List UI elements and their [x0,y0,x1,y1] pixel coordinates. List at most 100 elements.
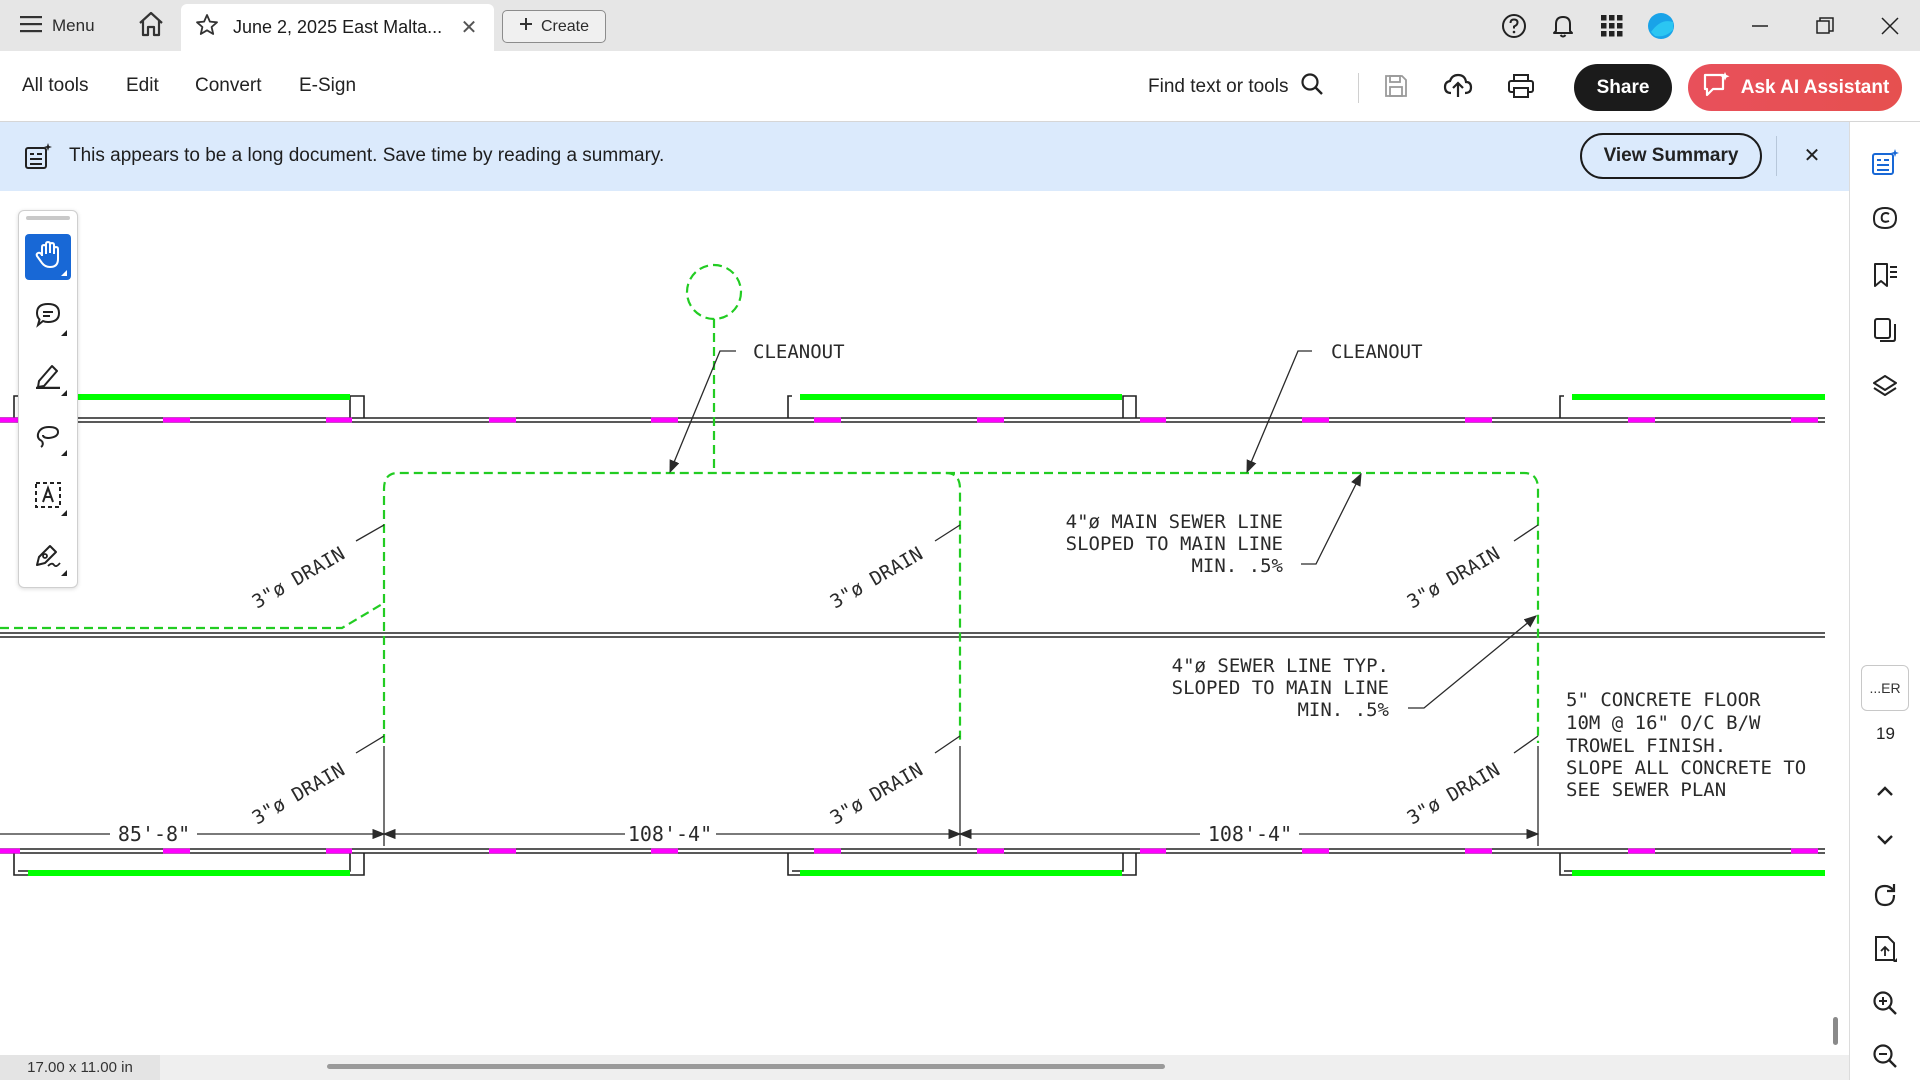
main-sewer-note: 4"ø MAIN SEWER LINE SLOPED TO MAIN LINE … [1066,511,1284,577]
main-sewer-line-3: MIN. .5% [1191,555,1283,577]
dimension-label-3: 108'-4" [1208,822,1292,846]
hand-icon [34,240,62,275]
sewer-typ-line-3: MIN. .5% [1297,699,1389,721]
main-toolbar: All tools Edit Convert E-Sign Find text … [0,51,1920,122]
save-icon[interactable] [1378,68,1414,104]
comments-icon[interactable] [1866,200,1904,238]
dimension-label-1: 85'-8" [118,822,190,846]
quick-tools-panel [18,210,78,588]
window-controls [1736,0,1914,51]
sign-tool-button[interactable] [25,534,71,580]
banner-divider [1776,136,1777,176]
page-number: 19 [1876,724,1895,743]
banner-close-icon[interactable]: ✕ [1799,142,1825,168]
page-size-label: 17.00 x 11.00 in [0,1055,160,1080]
edit-menu[interactable]: Edit [126,75,159,97]
document-tab[interactable]: June 2, 2025 East Malta... ✕ [181,4,494,51]
print-icon[interactable] [1503,68,1539,104]
draw-tool-button[interactable] [25,414,71,460]
pages-icon[interactable] [1866,312,1904,350]
hamburger-icon [20,15,42,38]
chevron-up-icon[interactable] [1866,772,1904,810]
app-icons [1489,0,1685,51]
comment-icon [34,301,62,334]
dimension-label-2: 108'-4" [628,822,712,846]
right-rail: ...ER 19 [1849,122,1920,1080]
bell-icon[interactable] [1538,0,1587,51]
main-sewer-line-2: SLOPED TO MAIN LINE [1066,533,1283,555]
vertical-scrollbar[interactable] [1833,1017,1838,1045]
ai-label: Ask AI Assistant [1740,76,1890,98]
bottom-wall [0,848,1825,876]
drag-handle[interactable] [26,216,70,220]
all-tools-menu[interactable]: All tools [22,75,89,97]
drain-label: 3"ø DRAIN [1404,759,1504,830]
summary-icon [24,142,52,175]
sewer-typ-note: 4"ø SEWER LINE TYP. SLOPED TO MAIN LINE … [1172,655,1390,721]
text-tool-button[interactable] [25,474,71,520]
drain-label: 3"ø DRAIN [827,543,927,614]
view-summary-label: View Summary [1603,145,1739,166]
middle-wall [0,632,1825,638]
concrete-line-1: 5" CONCRETE FLOOR [1566,689,1761,711]
drain-label: 3"ø DRAIN [249,543,349,614]
ai-assistant-icon [1701,71,1731,105]
document-viewport[interactable]: CLEANOUT CLEANOUT 3"ø DRAIN 3"ø DRAIN 3"… [0,191,1849,1055]
apps-grid-icon[interactable] [1587,0,1636,51]
convert-menu[interactable]: Convert [195,75,262,97]
dimension-lines [0,746,1540,846]
e-sign-menu[interactable]: E-Sign [299,75,356,97]
cleanout-label-left: CLEANOUT [753,341,845,363]
rotate-icon[interactable] [1866,876,1904,914]
share-button[interactable]: Share [1574,64,1672,111]
concrete-line-2: 10M @ 16" O/C B/W [1566,712,1761,734]
share-label: Share [1596,76,1650,98]
main-sewer-line-1: 4"ø MAIN SEWER LINE [1066,511,1283,533]
sewer-plan-drawing: CLEANOUT CLEANOUT 3"ø DRAIN 3"ø DRAIN 3"… [0,263,1825,876]
plus-icon [519,17,533,36]
create-button[interactable]: Create [502,10,606,43]
create-label: Create [540,17,590,35]
top-wall [0,394,1825,423]
pen-icon [34,361,62,394]
status-bar: 17.00 x 11.00 in [0,1055,1849,1080]
view-summary-button[interactable]: View Summary [1580,133,1762,179]
tab-close-icon[interactable]: ✕ [458,15,480,40]
zoom-in-icon[interactable] [1866,984,1904,1022]
minimize-icon[interactable] [1736,0,1784,51]
home-icon [137,11,165,42]
lasso-icon [34,421,62,454]
concrete-line-4: SLOPE ALL CONCRETE TO [1566,757,1806,779]
comment-tool-button[interactable] [25,294,71,340]
chevron-down-icon[interactable] [1866,821,1904,859]
home-button[interactable] [135,10,167,42]
avatar[interactable] [1636,0,1685,51]
ai-summary-icon[interactable] [1866,143,1904,181]
star-icon[interactable] [195,13,219,42]
highlight-tool-button[interactable] [25,354,71,400]
bookmarks-icon[interactable] [1866,256,1904,294]
restore-icon[interactable] [1801,0,1849,51]
text-box-icon [34,481,62,514]
horizontal-scrollbar[interactable] [327,1064,1165,1069]
find-tools-search[interactable]: Find text or tools [1148,72,1324,102]
page-thumbnail-button[interactable]: ...ER [1861,665,1909,711]
hand-tool-button[interactable] [25,234,71,280]
summary-banner: This appears to be a long document. Save… [0,122,1849,191]
help-icon[interactable] [1489,0,1538,51]
cloud-upload-icon[interactable] [1440,68,1476,104]
search-icon [1300,72,1324,102]
menu-button[interactable]: Menu [20,12,95,40]
page-fit-icon[interactable] [1866,930,1904,968]
close-window-icon[interactable] [1866,0,1914,51]
ask-ai-assistant-button[interactable]: Ask AI Assistant [1688,64,1902,111]
signature-pen-icon [34,541,62,574]
banner-text: This appears to be a long document. Save… [69,145,665,166]
layers-icon[interactable] [1866,368,1904,406]
title-bar: Menu June 2, 2025 East Malta... ✕ Create [0,0,1920,51]
drain-label: 3"ø DRAIN [1404,543,1504,614]
concrete-line-5: SEE SEWER PLAN [1566,779,1726,801]
concrete-note: 5" CONCRETE FLOOR 10M @ 16" O/C B/W TROW… [1566,689,1806,801]
zoom-out-icon[interactable] [1866,1037,1904,1075]
toolbar-divider [1358,73,1359,103]
